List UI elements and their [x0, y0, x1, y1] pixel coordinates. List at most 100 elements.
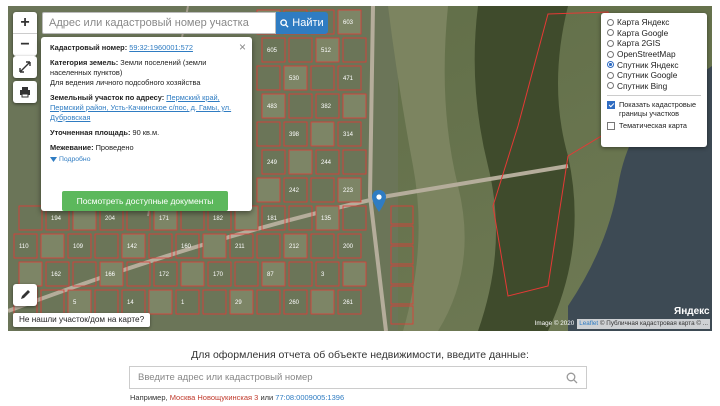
- example-cadastral-link[interactable]: 77:08:0009005:1396: [275, 393, 344, 402]
- chevron-down-icon: [50, 156, 57, 162]
- parcel-info-popup: × Кадастровый номер: 59:32:1960001:572 К…: [41, 37, 252, 211]
- layer-option-label: Карта 2GIS: [617, 38, 661, 49]
- layer-option-label: Карта Google: [617, 27, 669, 38]
- show-borders-checkbox[interactable]: Показать кадастровые границы участков: [607, 100, 701, 118]
- parcel-number: 314: [343, 132, 354, 138]
- show-borders-label: Показать кадастровые границы участков: [619, 100, 697, 119]
- parcel-number: 211: [235, 244, 245, 250]
- layer-switcher: Карта Яндекс Карта Google Карта 2GIS OpenSt…: [601, 13, 707, 147]
- printer-icon: [20, 87, 30, 98]
- form-caption: Для оформления отчета об объекте недвижи…: [191, 349, 529, 361]
- parcel-number: 530: [289, 76, 300, 82]
- parcel-boundary[interactable]: [342, 93, 367, 119]
- radio-icon: [607, 71, 614, 79]
- more-details-link[interactable]: Подробно: [50, 155, 243, 164]
- leaflet-link[interactable]: Leaflet: [579, 320, 598, 327]
- parcel-number: 382: [321, 104, 332, 110]
- checkbox-unchecked-icon: [607, 122, 615, 131]
- parcel-number: 398: [289, 132, 300, 138]
- layer-option-label: OpenStreetMap: [617, 49, 676, 60]
- example-or: или: [260, 393, 274, 402]
- search-icon: [280, 18, 289, 28]
- map-search-button[interactable]: Найти: [276, 12, 328, 34]
- parcel-boundary[interactable]: [40, 233, 65, 259]
- parcel-number: 29: [235, 300, 242, 306]
- address-label: Земельный участок по адресу:: [50, 92, 165, 102]
- cadastral-label: Кадастровый номер:: [50, 43, 128, 52]
- map-search-input[interactable]: [42, 12, 276, 34]
- parcel-boundary[interactable]: [310, 289, 335, 315]
- close-icon[interactable]: ×: [239, 39, 246, 55]
- parcel-boundary[interactable]: [310, 121, 335, 147]
- layer-option-label: Спутник Яндекс: [617, 59, 679, 70]
- parcel-number: 166: [105, 272, 116, 278]
- parcel-number: 14: [127, 300, 134, 306]
- radio-selected-icon: [607, 61, 614, 69]
- zoom-control: + −: [13, 12, 37, 56]
- parcel-number: 223: [343, 188, 354, 194]
- survey-label: Межевание:: [50, 142, 94, 152]
- search-icon[interactable]: [566, 372, 578, 384]
- parcel-number: 172: [159, 272, 170, 278]
- parcel-boundary[interactable]: [67, 289, 92, 315]
- report-search-input[interactable]: [138, 372, 566, 383]
- parcel-number: 260: [289, 300, 300, 306]
- parcel-number: 483: [267, 104, 278, 110]
- layer-option-label: Спутник Google: [617, 70, 678, 81]
- parcel-boundary[interactable]: [18, 261, 43, 287]
- ruler-button[interactable]: [13, 284, 37, 306]
- category-label: Категория земель:: [50, 57, 119, 67]
- checkbox-checked-icon: [607, 101, 615, 110]
- parcel-number: 194: [51, 216, 62, 222]
- radio-icon: [607, 39, 614, 47]
- parcel-number: 200: [343, 244, 354, 250]
- parcel-number: 109: [73, 244, 84, 250]
- usage-value: Для ведения личного подсобного хозяйства: [50, 77, 201, 87]
- parcel-boundary[interactable]: [148, 289, 173, 315]
- yandex-logo: Яндекс: [674, 306, 710, 317]
- cadastral-number-link[interactable]: 59:32:1960001:572: [129, 43, 193, 52]
- view-documents-button[interactable]: Посмотреть доступные документы: [62, 191, 228, 211]
- fullscreen-button[interactable]: [13, 56, 37, 78]
- parcel-boundary[interactable]: [180, 261, 205, 287]
- zoom-in-button[interactable]: +: [13, 12, 37, 34]
- parcel-boundary[interactable]: [342, 261, 367, 287]
- survey-value: Проведено: [95, 142, 134, 152]
- layer-option[interactable]: Спутник Яндекс: [607, 59, 701, 70]
- layer-option[interactable]: OpenStreetMap: [607, 49, 701, 60]
- not-found-link[interactable]: Не нашли участок/дом на карте?: [13, 313, 151, 327]
- parcel-number: 181: [267, 216, 278, 222]
- radio-icon: [607, 50, 614, 58]
- attribution-pkk: © Публичная кадастровая карта: [599, 320, 695, 327]
- radio-icon: [607, 29, 614, 37]
- more-details-label: Подробно: [59, 155, 91, 163]
- layer-option[interactable]: Карта Яндекс: [607, 17, 701, 28]
- parcel-number: 261: [343, 300, 354, 306]
- parcel-number: 605: [267, 48, 278, 54]
- layer-option[interactable]: Спутник Google: [607, 70, 701, 81]
- thematic-map-checkbox[interactable]: Тематическая карта: [607, 121, 701, 131]
- parcel-number: 110: [19, 244, 29, 250]
- location-marker-icon[interactable]: [372, 190, 386, 217]
- attribution-image: Image © 2020: [534, 320, 575, 327]
- report-search-box: [129, 366, 587, 389]
- expand-icon: [19, 61, 31, 73]
- layer-option[interactable]: Карта 2GIS: [607, 38, 701, 49]
- layer-option-label: Карта Яндекс: [617, 17, 670, 28]
- parcel-number: 242: [289, 188, 300, 194]
- cadastral-map[interactable]: 5426036055125304714833823983142492442422…: [8, 6, 712, 331]
- parcel-boundary[interactable]: [202, 233, 227, 259]
- print-button[interactable]: [13, 81, 37, 103]
- parcel-boundary[interactable]: [288, 149, 313, 175]
- zoom-out-button[interactable]: −: [13, 34, 37, 56]
- layer-option[interactable]: Карта Google: [607, 28, 701, 39]
- layer-option[interactable]: Спутник Bing: [607, 81, 701, 92]
- example-address-link[interactable]: Москва Новощукинская 3: [170, 393, 259, 402]
- parcel-boundary[interactable]: [256, 177, 281, 203]
- pencil-icon: [21, 290, 30, 299]
- map-attribution: Image © 2020 Leaflet © Публичная кадастр…: [535, 319, 710, 329]
- example-hint: Например, Москва Новощукинская 3 или 77:…: [130, 393, 344, 402]
- parcel-number: 170: [213, 272, 224, 278]
- attribution-rest: © ...: [696, 320, 708, 327]
- parcel-number: 471: [343, 76, 354, 82]
